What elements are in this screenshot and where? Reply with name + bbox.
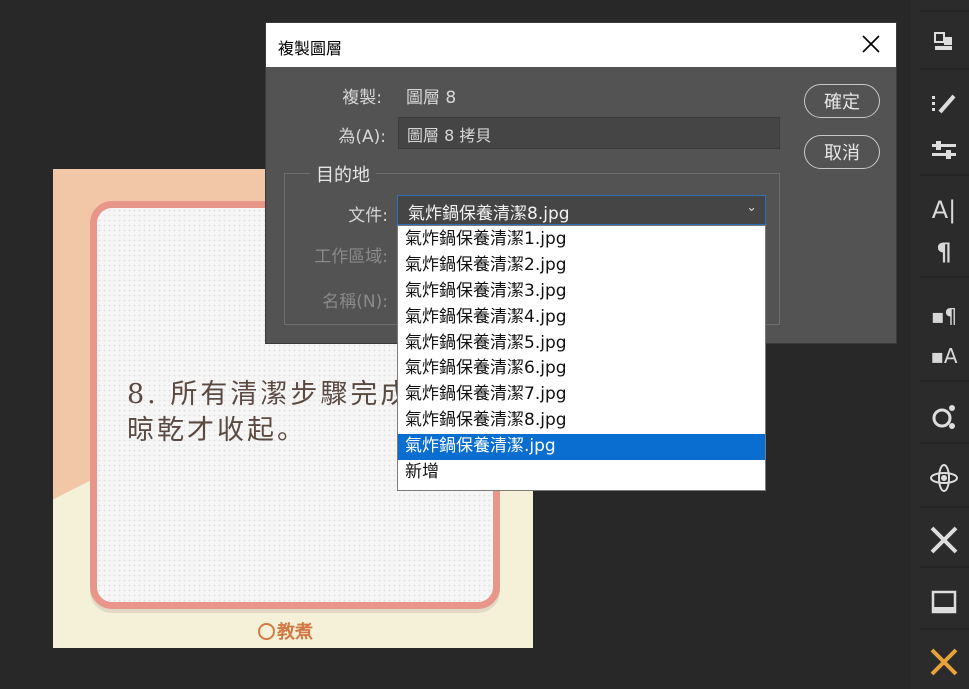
presets-icon[interactable] bbox=[919, 642, 969, 682]
toolbar-separator bbox=[919, 68, 969, 70]
duplicate-value: 圖層 8 bbox=[406, 88, 457, 108]
toolbar-separator bbox=[919, 174, 969, 176]
character-styles-icon[interactable]: ▪A bbox=[919, 336, 969, 376]
brand-logo-icon bbox=[258, 623, 275, 640]
paragraph-icon[interactable]: ¶ bbox=[919, 232, 969, 272]
document-option[interactable]: 氣炸鍋保養清潔2.jpg bbox=[398, 253, 765, 279]
toolbar-separator bbox=[919, 442, 969, 444]
duplicate-label: 複製: bbox=[342, 88, 382, 108]
document-select-value: 氣炸鍋保養清潔8.jpg bbox=[408, 204, 570, 224]
document-option[interactable]: 氣炸鍋保養清潔6.jpg bbox=[398, 356, 765, 382]
document-option-new[interactable]: 新增 bbox=[398, 460, 765, 486]
name-label: 名稱(N): bbox=[322, 292, 388, 312]
document-label: 文件: bbox=[348, 206, 388, 226]
toolbar-separator bbox=[919, 566, 969, 568]
toolbar-separator bbox=[919, 10, 969, 12]
document-option-highlighted[interactable]: 氣炸鍋保養清潔.jpg bbox=[398, 434, 765, 461]
document-dropdown-list: 氣炸鍋保養清潔1.jpg 氣炸鍋保養清潔2.jpg 氣炸鍋保養清潔3.jpg 氣… bbox=[397, 225, 766, 491]
as-name-input[interactable]: 圖層 8 拷貝 bbox=[398, 117, 780, 149]
close-icon[interactable] bbox=[860, 33, 882, 55]
paths-icon[interactable] bbox=[919, 396, 969, 436]
cancel-button[interactable]: 取消 bbox=[804, 135, 880, 169]
artboard-label: 工作區域: bbox=[314, 247, 388, 267]
3d-icon[interactable] bbox=[919, 22, 969, 62]
dialog-titlebar: 複製圖層 bbox=[266, 23, 896, 67]
document-option[interactable]: 氣炸鍋保養清潔7.jpg bbox=[398, 382, 765, 408]
toolbar-separator bbox=[919, 276, 969, 278]
character-icon[interactable]: A| bbox=[919, 190, 969, 230]
canvas-brand: 教煮 bbox=[258, 618, 313, 644]
toolbar-separator bbox=[919, 506, 969, 508]
3d-orbit-icon[interactable] bbox=[919, 458, 969, 498]
document-option[interactable]: 氣炸鍋保養清潔4.jpg bbox=[398, 305, 765, 331]
document-option[interactable]: 氣炸鍋保養清潔1.jpg bbox=[398, 227, 765, 253]
ok-button[interactable]: 確定 bbox=[804, 84, 880, 118]
brand-text: 教煮 bbox=[277, 622, 313, 643]
document-select[interactable]: 氣炸鍋保養清潔8.jpg ⌄ bbox=[397, 195, 766, 225]
chevron-down-icon[interactable]: ⌄ bbox=[746, 200, 757, 215]
toolbar-separator bbox=[919, 628, 969, 630]
document-option[interactable]: 氣炸鍋保養清潔8.jpg bbox=[398, 408, 765, 434]
document-option[interactable]: 氣炸鍋保養清潔5.jpg bbox=[398, 331, 765, 357]
document-option[interactable]: 氣炸鍋保養清潔3.jpg bbox=[398, 279, 765, 305]
brush-settings-icon[interactable] bbox=[919, 84, 969, 124]
tools-icon[interactable] bbox=[919, 520, 969, 560]
adjustments-icon[interactable] bbox=[919, 130, 969, 170]
as-label: 為(A): bbox=[338, 127, 386, 147]
destination-legend: 目的地 bbox=[310, 161, 376, 187]
paragraph-styles-icon[interactable]: ▪¶ bbox=[919, 296, 969, 336]
frame-icon[interactable] bbox=[919, 582, 969, 622]
dialog-title: 複製圖層 bbox=[278, 39, 343, 58]
toolbar-separator bbox=[919, 380, 969, 382]
